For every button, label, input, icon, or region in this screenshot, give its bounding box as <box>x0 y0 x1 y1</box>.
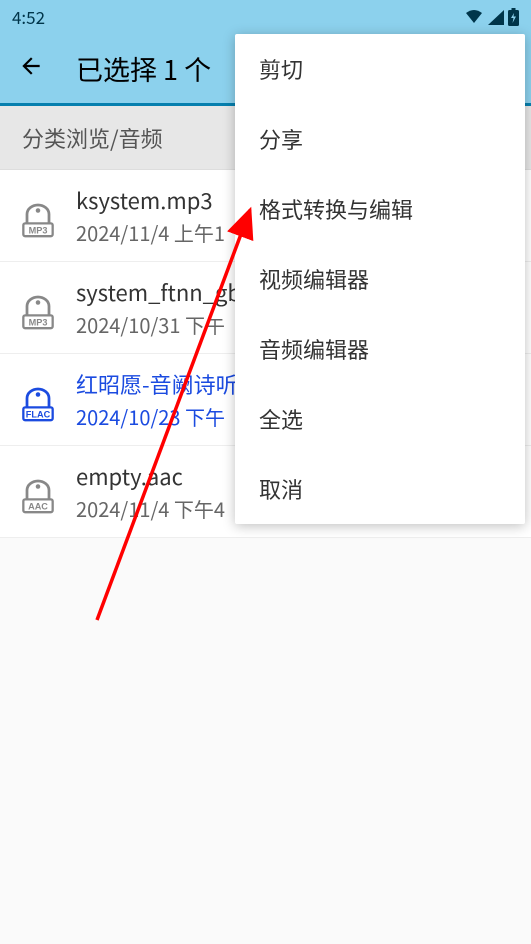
audio-file-icon: MP3 <box>16 286 60 330</box>
svg-text:FLAC: FLAC <box>26 409 51 419</box>
status-time: 4:52 <box>12 4 45 29</box>
menu-item[interactable]: 音频编辑器 <box>235 314 525 384</box>
svg-text:MP3: MP3 <box>29 317 48 327</box>
menu-item[interactable]: 取消 <box>235 454 525 524</box>
svg-text:AAC: AAC <box>28 501 48 511</box>
status-bar: 4:52 <box>0 0 531 33</box>
menu-item[interactable]: 全选 <box>235 384 525 454</box>
category-label: 分类浏览/音频 <box>22 122 163 154</box>
audio-file-icon: FLAC <box>16 378 60 422</box>
signal-icon <box>487 9 505 25</box>
popup-menu: 剪切分享格式转换与编辑视频编辑器音频编辑器全选取消 <box>235 34 525 524</box>
menu-item[interactable]: 格式转换与编辑 <box>235 174 525 244</box>
menu-item[interactable]: 视频编辑器 <box>235 244 525 314</box>
wifi-icon <box>464 9 484 25</box>
svg-text:MP3: MP3 <box>29 225 48 235</box>
header-title: 已选择 1 个 <box>76 49 211 88</box>
status-icons <box>464 8 519 26</box>
menu-item[interactable]: 剪切 <box>235 34 525 104</box>
back-icon[interactable] <box>18 48 44 88</box>
menu-item[interactable]: 分享 <box>235 104 525 174</box>
battery-icon <box>508 8 519 26</box>
audio-file-icon: MP3 <box>16 194 60 238</box>
audio-file-icon: AAC <box>16 470 60 514</box>
